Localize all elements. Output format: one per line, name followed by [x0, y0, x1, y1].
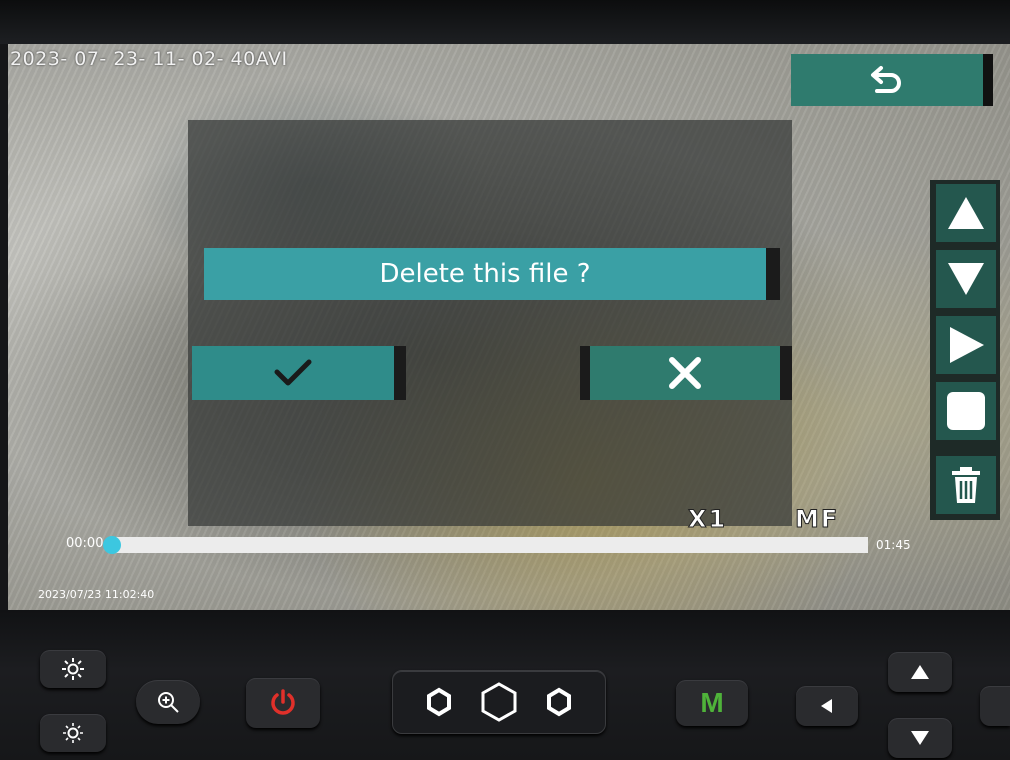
device-bezel [0, 0, 1010, 44]
progress-bar[interactable] [103, 536, 868, 554]
play-button[interactable] [936, 316, 996, 374]
delete-button[interactable] [936, 456, 996, 514]
left-arrow-icon [821, 699, 832, 713]
stop-icon [947, 392, 985, 430]
zoom-level-label: X1 [687, 505, 728, 534]
brightness-up-button[interactable] [40, 650, 106, 688]
down-arrow-button[interactable] [888, 718, 952, 758]
zoom-in-button[interactable] [136, 680, 200, 724]
up-button[interactable] [936, 184, 996, 242]
down-button[interactable] [936, 250, 996, 308]
delete-dialog: Delete this file ? [188, 120, 792, 526]
cancel-button[interactable] [580, 346, 792, 400]
trash-icon [952, 467, 980, 503]
zoom-in-icon [158, 692, 179, 713]
check-icon [274, 359, 312, 386]
mode-label: M [700, 687, 724, 718]
brightness-down-button[interactable] [40, 714, 106, 752]
datestamp: 2023/07/23 11:02:40 [38, 588, 155, 601]
current-time: 00:00 [66, 536, 104, 551]
focus-mode-label: MF [794, 505, 840, 534]
progress-knob[interactable] [103, 536, 121, 554]
total-time: 01:45 [876, 538, 911, 552]
play-icon [950, 327, 984, 363]
brightness-up-icon [62, 658, 84, 680]
back-arrow-icon [871, 66, 901, 93]
camera-screen: 2023- 07- 23- 11- 02- 40AVI Delete this … [8, 44, 1010, 610]
file-name: 2023- 07- 23- 11- 02- 40AVI [10, 48, 288, 70]
brightness-down-icon [63, 723, 83, 743]
triangle-down-icon [948, 263, 984, 295]
left-arrow-button[interactable] [796, 686, 858, 726]
up-arrow-icon [911, 665, 929, 679]
power-button[interactable] [246, 678, 320, 728]
dialog-message: Delete this file ? [204, 248, 780, 300]
capture-button[interactable] [392, 670, 606, 734]
down-arrow-icon [911, 731, 929, 745]
x-icon [669, 357, 701, 389]
hexagon-icons [427, 682, 571, 722]
power-icon [271, 689, 295, 715]
side-control-panel [930, 180, 1000, 520]
right-arrow-button[interactable] [980, 686, 1010, 726]
up-arrow-button[interactable] [888, 652, 952, 692]
hardware-button-panel: M [0, 610, 1010, 760]
confirm-button[interactable] [192, 346, 406, 400]
mode-button[interactable]: M [676, 680, 748, 726]
stop-button[interactable] [936, 382, 996, 440]
back-button[interactable] [791, 54, 993, 106]
triangle-up-icon [948, 197, 984, 229]
